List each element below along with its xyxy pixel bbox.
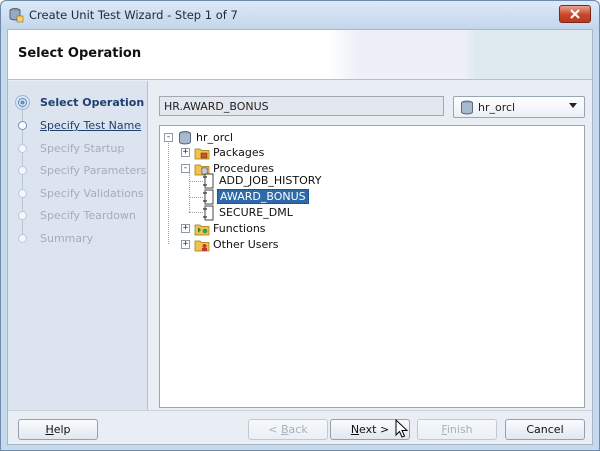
step-dot-icon	[18, 189, 27, 198]
close-icon	[570, 9, 580, 19]
selected-operation-field: HR.AWARD_BONUS	[159, 96, 444, 116]
step-dot-icon	[18, 234, 27, 243]
step-label: Specify Startup	[40, 142, 125, 155]
procedure-icon	[203, 205, 214, 221]
tree-node-label: ADD_JOB_HISTORY	[219, 174, 322, 187]
operation-tree: - hr_orcl + Packages - Procedures ADD_JO…	[159, 125, 585, 408]
tree-node-label: Packages	[213, 146, 265, 159]
tree-node-label: hr_orcl	[196, 131, 234, 144]
tree-node-other-users[interactable]: + Other Users	[181, 237, 381, 253]
step-label: Select Operation	[40, 96, 145, 109]
step-select-operation[interactable]: Select Operation	[8, 95, 148, 113]
step-dot-icon	[18, 121, 27, 130]
step-label: Specify Validations	[40, 187, 144, 200]
step-dot-icon	[18, 144, 27, 153]
wizard-header: Select Operation	[8, 30, 592, 80]
wizard-steps-panel: Select Operation Specify Test Name Speci…	[8, 81, 148, 410]
database-icon	[461, 100, 473, 115]
mouse-cursor-icon	[395, 419, 409, 438]
chevron-down-icon[interactable]	[569, 103, 577, 108]
tree-node-label: AWARD_BONUS	[217, 189, 309, 204]
tree-node-functions[interactable]: + Functions	[181, 221, 381, 237]
tree-node-add-job-history[interactable]: ADD_JOB_HISTORY	[201, 173, 401, 189]
tree-node-label: Functions	[213, 222, 266, 235]
tree-node-secure-dml[interactable]: SECURE_DML	[201, 205, 401, 221]
tree-node-award-bonus[interactable]: AWARD_BONUS	[201, 189, 401, 205]
back-button: < Back	[248, 419, 328, 440]
expand-icon[interactable]: +	[181, 240, 190, 249]
users-folder-icon	[194, 240, 210, 252]
step-label: Summary	[40, 232, 94, 245]
help-button[interactable]: Help	[18, 419, 98, 440]
collapse-icon[interactable]: -	[181, 164, 190, 173]
window-title: Create Unit Test Wizard - Step 1 of 7	[29, 8, 238, 22]
package-folder-icon	[194, 148, 210, 160]
expand-icon[interactable]: +	[181, 224, 190, 233]
step-specify-startup: Specify Startup	[8, 141, 148, 159]
tree-node-label: Other Users	[213, 238, 279, 251]
step-dot-icon	[18, 166, 27, 175]
finish-button: Finish	[417, 419, 497, 440]
database-app-icon	[9, 8, 24, 23]
connection-dropdown[interactable]: hr_orcl	[453, 96, 585, 118]
procedure-icon	[203, 189, 214, 205]
step-specify-parameters: Specify Parameters	[8, 163, 148, 181]
tree-node-root[interactable]: - hr_orcl	[164, 130, 364, 146]
database-icon	[179, 131, 191, 145]
step-dot-icon	[18, 98, 27, 107]
footer-separator	[8, 410, 592, 411]
tree-node-packages[interactable]: + Packages	[181, 145, 381, 161]
step-specify-teardown: Specify Teardown	[8, 208, 148, 226]
procedure-icon	[203, 173, 214, 189]
function-folder-icon	[194, 224, 210, 236]
step-label: Specify Test Name	[40, 119, 142, 132]
step-label: Specify Parameters	[40, 164, 147, 177]
step-label: Specify Teardown	[40, 209, 136, 222]
expand-icon[interactable]: +	[181, 148, 190, 157]
tree-connector	[168, 140, 169, 244]
operation-panel: HR.AWARD_BONUS hr_orcl - hr_orcl + Packa…	[149, 81, 592, 410]
step-specify-test-name[interactable]: Specify Test Name	[8, 118, 148, 136]
close-button[interactable]	[559, 5, 591, 23]
wizard-body: Select Operation Select Operation Specif…	[7, 29, 593, 445]
step-dot-icon	[18, 211, 27, 220]
connection-value: hr_orcl	[478, 101, 516, 114]
tree-connector	[189, 172, 190, 212]
step-summary: Summary	[8, 231, 148, 249]
step-specify-validations: Specify Validations	[8, 186, 148, 204]
title-bar[interactable]: Create Unit Test Wizard - Step 1 of 7	[1, 1, 599, 29]
page-title: Select Operation	[18, 46, 142, 61]
wizard-window: Create Unit Test Wizard - Step 1 of 7 Se…	[0, 0, 600, 451]
tree-node-label: SECURE_DML	[219, 206, 293, 219]
collapse-icon[interactable]: -	[164, 133, 173, 142]
cancel-button[interactable]: Cancel	[505, 419, 585, 440]
